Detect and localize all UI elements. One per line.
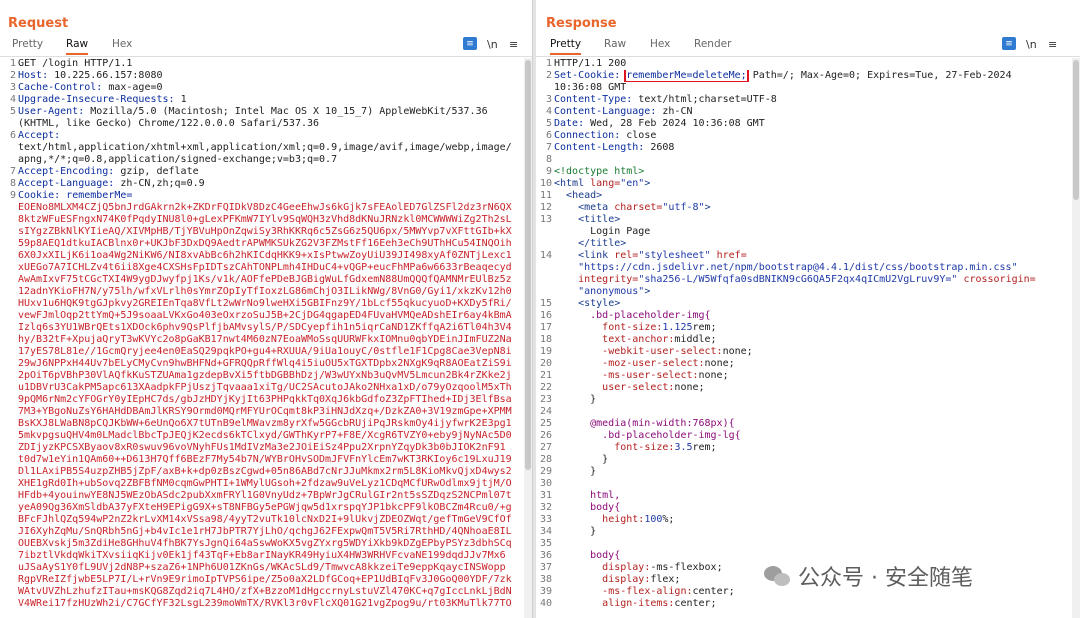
css-line: 33 height:100%; — [539, 514, 675, 525]
css-line: 28 } — [539, 454, 609, 465]
cookie-line: 6X0JxXILjK6i1oa4Wg2NiKW6/NI8xvAbBc6h2hKI… — [18, 250, 512, 261]
request-title: Request — [8, 16, 69, 31]
css-line: 31 html, — [539, 490, 621, 501]
menu-icon[interactable]: ≡ — [1048, 37, 1057, 51]
css-line: 32 body{ — [539, 502, 621, 513]
response-tab-raw[interactable]: Raw — [604, 38, 626, 53]
wechat-icon — [764, 564, 792, 588]
cookie-line: sIYgzZBkNlKYIieAQ/XIVMpHB/TjYBVuHpOnZqwi… — [18, 226, 512, 237]
format-icon[interactable]: ≡ — [463, 37, 477, 50]
cookie-line: 5mkvpgsuQHV4m0LMadclBbcTpJEQjK2ecds6kTCl… — [18, 430, 512, 441]
cookie-line: hy/B32tF+XpujaQryT3wKVYc2o8pGaKB17nwt4M6… — [18, 334, 512, 345]
watermark-text: 公众号 · 安全随笔 — [798, 566, 973, 591]
cookie-line: Izlq6s3YU1WBrQEts1XDOck6phv9QsPlfjbAMvsy… — [18, 322, 512, 333]
request-tab-raw[interactable]: Raw — [66, 38, 89, 55]
cookie-line: 12adnYKioFH7N/y75lh/wfxVLrlh0sYmrZOpIyTf… — [18, 286, 512, 297]
css-line: 17 font-size:1.125rem; — [539, 322, 717, 333]
cookie-line: t0d7w1eYin1QAm60++D613H7Qff6BEzF7My54b7N… — [18, 454, 512, 465]
set-cookie-highlight: rememberMe=deleteMe; — [624, 70, 749, 82]
response-tab-pretty[interactable]: Pretty — [550, 38, 582, 55]
cookie-line: AwAmIxvF75tCGcTXI4W9ygDJwyfpj1Ks/v1k/AOF… — [18, 274, 512, 285]
cookie-line: V4WRei17fzHUzWh2i/C7GCfYF32LsgL239moWmTX… — [18, 598, 512, 609]
response-scrollbar[interactable] — [1072, 58, 1080, 618]
cookie-line: 7ibztlVkdqWkiTXvsiiqKijv0Ek1jf43TqF+Eb8a… — [18, 550, 506, 561]
cookie-line: 2pOiT6pVBhP30VlAQfkKuSTZUAma1gzdepBvXi5f… — [18, 370, 512, 381]
request-tab-hex[interactable]: Hex — [112, 38, 132, 53]
newline-toggle[interactable]: \n — [1026, 37, 1037, 51]
css-line: 25 @media(min-width:768px){ — [539, 418, 735, 429]
css-line: 30 — [539, 478, 552, 489]
css-line: 21 -ms-user-select:none; — [539, 370, 729, 381]
response-tab-render[interactable]: Render — [694, 38, 731, 53]
response-tabs: Pretty Raw Hex Render — [536, 38, 1080, 56]
request-tab-pretty[interactable]: Pretty — [12, 38, 43, 53]
response-title: Response — [546, 16, 617, 31]
cookie-line: yeA09Qg36XmSldbA37yFXteH9EPigG9X+sT8NFBG… — [18, 502, 512, 513]
cookie-line: uJSaAyS1Y0fL9UVj2dN8P+szaZ6+1NPh6U01ZKnG… — [18, 562, 506, 573]
cookie-line: 7M3+YBgoNuZsY6HAHdDBAmJlKRSY9Ormd0MQrMFY… — [18, 406, 512, 417]
cookie-line: 17yES78L81e//1GcmQryjee4en0EaSQ29pqkPO+g… — [18, 346, 512, 357]
css-line: 19 -webkit-user-select:none; — [539, 346, 753, 357]
cookie-line: vewFJmlOqp2ttYmQ+5J9soaaLVKxGo403eOxrzoS… — [18, 310, 512, 321]
cookie-line: RgpVReIZfjwbE5LP7I/L+rVn9E9rimoIpTVPS6ip… — [18, 574, 512, 585]
response-tab-hex[interactable]: Hex — [650, 38, 670, 53]
cookie-line: EOENo8MLXM4CZjQ5bnJrdGAkrn2k+ZKDrFQIDkV8… — [18, 202, 512, 213]
cookie-line: 59p8AEQ1dtkuIACBlnx0r+UKJbF3DxDQ9AedtrAP… — [18, 238, 512, 249]
request-editor[interactable]: 1 GET /login HTTP/1.1 2 Host: 10.225.66.15… — [0, 58, 532, 618]
request-tabs: Pretty Raw Hex — [0, 38, 532, 56]
css-line: 20 -moz-user-select:none; — [539, 358, 735, 369]
cookie-line: BsKXJ8LWaBN8pCQJKbWW+6eUnQo6X7tUTnB9elMW… — [18, 418, 512, 429]
css-line: 29 } — [539, 466, 597, 477]
cookie-line: HFdb+4youinwYE8NJ5WEzObASdc2pubXxmFRYl1G… — [18, 490, 512, 501]
css-line: 34 } — [539, 526, 597, 537]
format-icon[interactable]: ≡ — [1002, 37, 1016, 50]
css-line: 16 .bd-placeholder-img{ — [539, 310, 711, 321]
css-line: 35 — [539, 538, 552, 549]
cookie-line: 9pQM6rNm2cYFOGrY0yIEpHC7ds/gbJzHDYjKyjIt… — [18, 394, 512, 405]
cookie-line: ZDIjyzKPCSXByaov8xR0swuv96voVNyhFUs1MdIV… — [18, 442, 506, 453]
menu-icon[interactable]: ≡ — [509, 37, 518, 51]
newline-toggle[interactable]: \n — [487, 37, 498, 51]
css-line: 40 align-items:center; — [539, 598, 717, 609]
cookie-value: EOENo8MLXM4CZjQ5bnJrdGAkrn2k+ZKDrFQIDkV8… — [0, 202, 532, 610]
cookie-line: JI6XyhZqMu/SnQRbh5nGj+b4vIc1e1rH7JbPTR7Y… — [18, 526, 512, 537]
request-scrollbar[interactable] — [524, 58, 532, 618]
cookie-line: BFcFJhlQZq594wP2nZ2krLvXM14xVSsa98/4yyT2… — [18, 514, 512, 525]
response-toolbar: ≡ \n ≡ — [1002, 37, 1062, 51]
cookie-line: WAtvUVZhLzhufzITau+msKQG8Zqd2iq7L4HO/zfX… — [18, 586, 512, 597]
cookie-line: XHE1gRd0Ih+ubSovq2ZBFBfNM0cqmGwPHTI+1WMy… — [18, 478, 512, 489]
css-line: 18 text-anchor:middle; — [539, 334, 717, 345]
cookie-line: xUEGo7A7ICHLZv4t6ii8Xge4CXSHsFpIDTszCAhT… — [18, 262, 512, 273]
cookie-line: HUxv1u6HQK9tgGJpkvy2GREIEnTqa8VfLt2wWrNo… — [18, 298, 512, 309]
response-pane: Response Pretty Raw Hex Render ≡ \n ≡ 1H… — [536, 0, 1080, 618]
watermark: 公众号 · 安全随笔 — [764, 560, 973, 592]
request-pane: Request Pretty Raw Hex ≡ \n ≡ 1 GET /logi… — [0, 0, 532, 618]
css-line: 26 .bd-placeholder-img-lg{ — [539, 430, 741, 441]
request-toolbar: ≡ \n ≡ — [463, 37, 523, 51]
cookie-line: Dl1LAxiPB5S4uzpZHB5jZpF/axB+k+dp0zBszCgw… — [18, 466, 512, 477]
cookie-line: 29wJ6NPPxH44Uv7bELyCMyCvn9hwBHFNd+GFRQQp… — [18, 358, 512, 369]
css-line: 27 font-size:3.5rem; — [539, 442, 717, 453]
css-line: 23 } — [539, 394, 597, 405]
css-line: 24 — [539, 406, 552, 417]
cookie-line: OUEBXvskj5m3ZdiHe8GHhuV4fhBK7YsJgnQi64aS… — [18, 538, 512, 549]
css-line: 22 user-select:none; — [539, 382, 705, 393]
response-editor[interactable]: 1 HTTP/1.1 200 2 Set-Cookie: rememberMe=de… — [536, 58, 1080, 618]
cookie-line: u1DBVrU3CakPM5apc613XAadpkFPjUszjTqvaaa1… — [18, 382, 512, 393]
cookie-line: 8ktzWFuESFngxN74K0fPqdyINU8l0+gLexPFKmW7… — [18, 214, 512, 225]
